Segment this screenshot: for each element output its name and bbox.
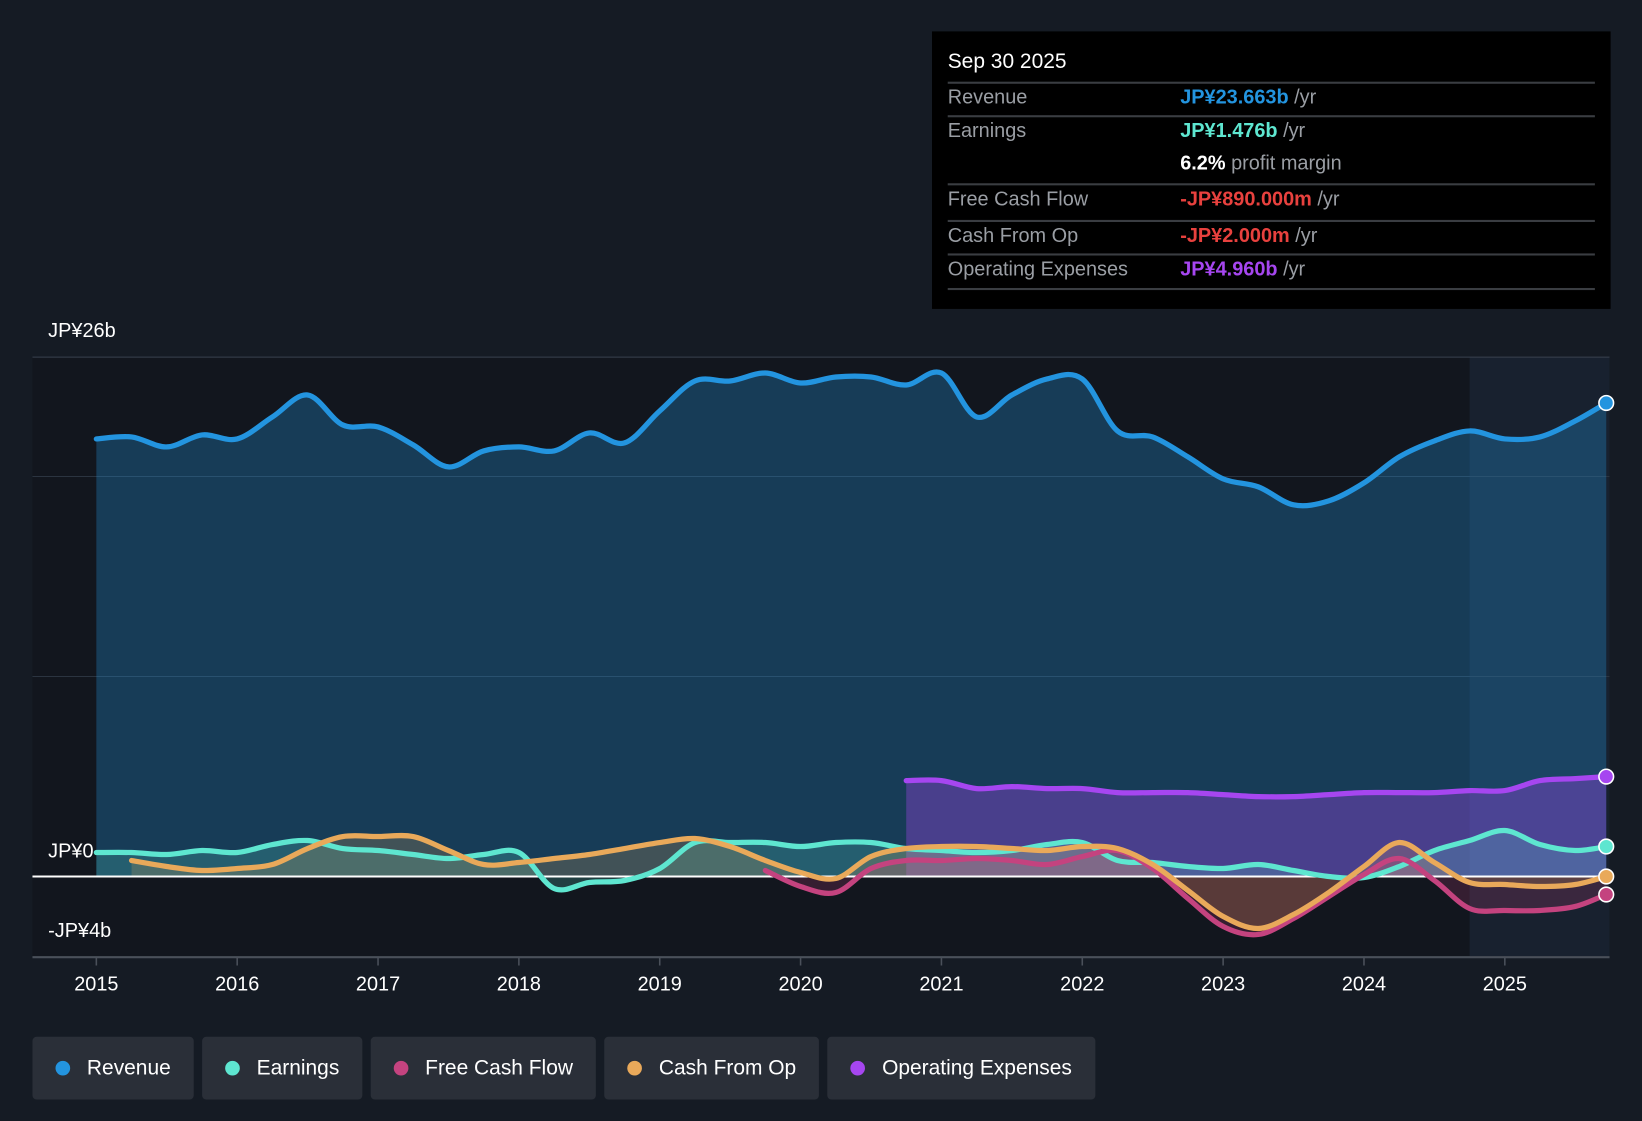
chart-stage: 2015 2016 2017 2018 2019 2020 2021 2022 2023 2024…: [0, 0, 1642, 1121]
series-end-marker: [1598, 868, 1615, 885]
legend-label: Revenue: [86, 1056, 171, 1080]
tooltip-unit: /yr: [1283, 258, 1306, 281]
tooltip-label: Cash From Op: [947, 225, 1079, 248]
x-tick-label: 2015: [74, 974, 118, 996]
tooltip-unit: /yr: [1283, 120, 1306, 143]
series-end-marker: [1598, 886, 1615, 903]
x-tick-label: 2019: [638, 974, 682, 996]
x-tick-label: 2023: [1201, 974, 1245, 996]
legend-label: Cash From Op: [658, 1056, 797, 1080]
legend-item-earnings[interactable]: Earnings: [202, 1036, 363, 1100]
x-tick-label: 2022: [1060, 974, 1104, 996]
series-end-marker: [1598, 394, 1615, 412]
legend-label: Earnings: [256, 1056, 340, 1080]
tooltip-value: JP¥23.663b /yr: [1180, 86, 1317, 109]
tooltip-value: JP¥4.960b /yr: [1180, 258, 1306, 281]
tooltip-value: JP¥1.476b /yr: [1180, 120, 1306, 143]
tooltip: Sep 30 2025 Revenue JP¥23.663b /yr Earning…: [932, 31, 1611, 309]
tooltip-label: Revenue: [947, 86, 1028, 109]
x-tick-label: 2024: [1342, 974, 1386, 996]
tooltip-unit: /yr: [1294, 86, 1317, 109]
y-tick-label: JP¥0: [48, 840, 94, 863]
x-tick-label: 2021: [919, 974, 963, 996]
tooltip-row: Free Cash Flow -JP¥890.000m /yr: [947, 183, 1595, 219]
legend-label: Operating Expenses: [882, 1056, 1072, 1080]
series-end-marker: [1598, 768, 1615, 785]
legend-dot-icon: [850, 1060, 866, 1076]
tooltip-value: -JP¥890.000m /yr: [1180, 188, 1340, 211]
tooltip-row: Revenue JP¥23.663b /yr: [947, 81, 1595, 118]
x-tick-label: 2018: [497, 974, 541, 996]
legend: Revenue Earnings Free Cash Flow Cash From O…: [32, 1036, 1095, 1100]
tooltip-row: 6.2% profit margin: [948, 150, 1595, 184]
legend-item-operating-expenses[interactable]: Operating Expenses: [827, 1036, 1095, 1100]
tooltip-date: Sep 30 2025: [947, 50, 1067, 74]
x-tick-label: 2025: [1483, 974, 1527, 996]
y-tick-label: -JP¥4b: [48, 920, 112, 943]
x-tick-label: 2020: [778, 974, 822, 996]
x-tick-label: 2017: [356, 974, 400, 996]
legend-item-cash-from-op[interactable]: Cash From Op: [604, 1036, 820, 1100]
tooltip-label: Free Cash Flow: [947, 188, 1089, 211]
tooltip-value: 6.2% profit margin: [1180, 152, 1342, 175]
tooltip-row: Cash From Op -JP¥2.000m /yr: [947, 219, 1595, 256]
tooltip-label: Operating Expenses: [947, 258, 1129, 281]
x-tick-label: 2016: [215, 974, 259, 996]
tooltip-unit: /yr: [1295, 225, 1318, 248]
tooltip-row: Earnings JP¥1.476b /yr: [947, 115, 1595, 151]
tooltip-row: Operating Expenses JP¥4.960b /yr: [947, 253, 1595, 289]
tooltip-label: Earnings: [947, 120, 1027, 143]
tooltip-unit: /yr: [1317, 188, 1340, 211]
legend-dot-icon: [393, 1060, 409, 1076]
legend-item-free-cash-flow[interactable]: Free Cash Flow: [370, 1036, 597, 1100]
legend-dot-icon: [55, 1060, 71, 1076]
tooltip-unit: profit margin: [1231, 152, 1342, 175]
series-end-marker: [1598, 838, 1615, 855]
legend-dot-icon: [225, 1060, 240, 1076]
y-tick-label: JP¥26b: [48, 320, 116, 343]
tooltip-value: -JP¥2.000m /yr: [1180, 225, 1318, 248]
legend-item-revenue[interactable]: Revenue: [32, 1036, 194, 1100]
legend-label: Free Cash Flow: [425, 1056, 573, 1080]
legend-dot-icon: [627, 1060, 643, 1076]
